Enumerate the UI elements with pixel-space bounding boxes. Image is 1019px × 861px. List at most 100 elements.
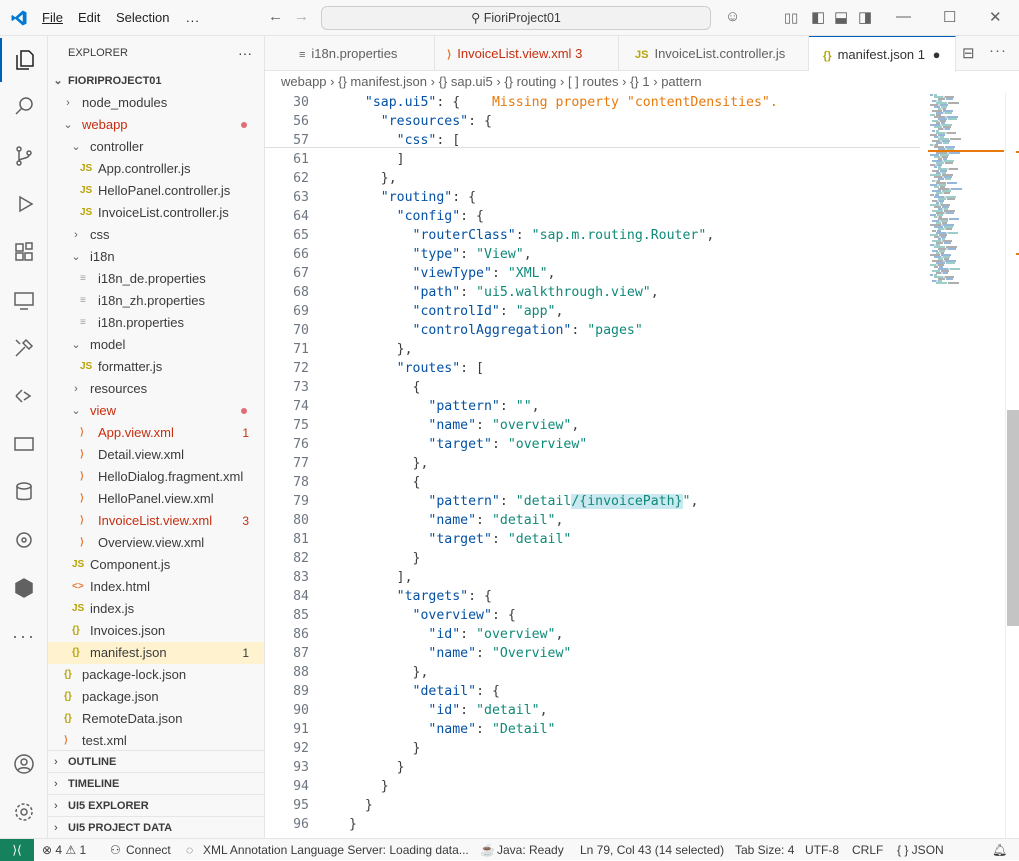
code-line[interactable]: } xyxy=(349,777,389,796)
folder-item[interactable]: › resources xyxy=(48,378,264,400)
code-line[interactable]: "routes": [ xyxy=(349,359,484,378)
code-line[interactable]: "name": "overview", xyxy=(349,416,579,435)
code-line[interactable]: } xyxy=(349,739,421,758)
code-line[interactable]: "targets": { xyxy=(349,587,492,606)
folder-item[interactable]: ⌄ model xyxy=(48,334,264,356)
folder-item[interactable]: › node_modules xyxy=(48,92,264,114)
code-line[interactable]: "target": "detail" xyxy=(349,530,571,549)
file-item[interactable]: ≡ i18n_zh.properties xyxy=(48,290,264,312)
forward-arrow-icon[interactable]: → xyxy=(294,8,309,25)
search-view-icon[interactable] xyxy=(0,84,48,128)
menu-more[interactable]: ... xyxy=(186,10,200,25)
code-line[interactable]: "detail": { xyxy=(349,682,500,701)
tab-i18n-properties[interactable]: ≡ i18n.properties xyxy=(265,36,435,71)
explorer-icon[interactable] xyxy=(0,38,48,82)
encoding[interactable]: UTF-8 xyxy=(805,839,839,861)
tools-icon[interactable] xyxy=(0,326,48,370)
code-line[interactable]: }, xyxy=(349,169,397,188)
account-icon[interactable] xyxy=(0,742,48,786)
language-mode[interactable]: { } JSON xyxy=(897,839,944,861)
editor-more-icon[interactable]: ··· xyxy=(989,42,1007,59)
section-timeline[interactable]: › TIMELINE xyxy=(48,772,264,794)
code-line[interactable]: "controlId": "app", xyxy=(349,302,564,321)
problems-indicator[interactable]: ⊗ 4 ⚠ 1 xyxy=(42,839,86,861)
editor-scrollbar[interactable] xyxy=(1005,93,1019,838)
code-line[interactable]: "routing": { xyxy=(349,188,476,207)
back-arrow-icon[interactable]: ← xyxy=(268,8,283,25)
code-line[interactable]: }, xyxy=(349,663,429,682)
connect-button[interactable]: Connect xyxy=(126,839,171,861)
folder-item[interactable]: ⌄ i18n xyxy=(48,246,264,268)
breadcrumb-item[interactable]: {} 1 xyxy=(630,74,650,89)
extensions-icon[interactable] xyxy=(0,230,48,274)
file-item[interactable]: JS Component.js xyxy=(48,554,264,576)
code-line[interactable]: ] xyxy=(349,150,405,169)
close-icon[interactable]: ✕ xyxy=(989,8,1002,26)
breadcrumb-item[interactable]: pattern xyxy=(661,74,701,89)
ui5-icon[interactable] xyxy=(0,566,48,610)
scrollbar-thumb[interactable] xyxy=(1007,410,1019,626)
file-item[interactable]: ⟩ App.view.xml 1 xyxy=(48,422,264,444)
file-item[interactable]: {} RemoteData.json xyxy=(48,708,264,730)
sticky-scroll-line[interactable]: "resources": { xyxy=(349,112,492,131)
unsaved-dot-icon[interactable]: ● xyxy=(933,47,941,62)
menu-file[interactable]: File xyxy=(42,10,63,25)
remote-explorer-icon[interactable] xyxy=(0,278,48,322)
code-line[interactable]: }, xyxy=(349,454,429,473)
code-line[interactable]: "id": "detail", xyxy=(349,701,547,720)
code-line[interactable]: { xyxy=(349,473,421,492)
folder-item[interactable]: ⌄ view xyxy=(48,400,264,422)
settings-gear-icon[interactable] xyxy=(0,790,48,834)
code-line[interactable]: "overview": { xyxy=(349,606,516,625)
explorer-more-button[interactable]: ··· xyxy=(238,36,252,70)
file-item[interactable]: ⟩ HelloDialog.fragment.xml xyxy=(48,466,264,488)
breadcrumb-item[interactable]: {} routing xyxy=(504,74,556,89)
breadcrumb-item[interactable]: {} manifest.json xyxy=(338,74,427,89)
code-line[interactable]: "controlAggregation": "pages" xyxy=(349,321,643,340)
notifications-bell-icon[interactable]: 🔔︎ xyxy=(992,839,1007,861)
split-editor-icon[interactable]: ⊟ xyxy=(962,44,975,62)
code-line[interactable]: "routerClass": "sap.m.routing.Router", xyxy=(349,226,715,245)
code-line[interactable]: "pattern": "detail/{invoicePath}", xyxy=(349,492,698,511)
api-icon[interactable] xyxy=(0,422,48,466)
minimap[interactable] xyxy=(928,93,1004,838)
project-root[interactable]: ⌄ FIORIPROJECT01 xyxy=(48,70,264,92)
code-line[interactable]: } xyxy=(349,796,373,815)
code-editor[interactable]: 30 "sap.ui5": { Missing property "conten… xyxy=(265,93,1005,838)
breadcrumb-item[interactable]: {} sap.ui5 xyxy=(439,74,493,89)
file-item[interactable]: {} package-lock.json xyxy=(48,664,264,686)
folder-item[interactable]: › css xyxy=(48,224,264,246)
code-line[interactable]: "viewType": "XML", xyxy=(349,264,556,283)
java-status[interactable]: Java: Ready xyxy=(497,839,564,861)
maximize-icon[interactable]: ☐ xyxy=(943,8,956,26)
source-control-icon[interactable] xyxy=(0,134,48,178)
code-line[interactable]: "pattern": "", xyxy=(349,397,539,416)
file-item[interactable]: <> Index.html xyxy=(48,576,264,598)
code-line[interactable]: }, xyxy=(349,340,413,359)
run-debug-icon[interactable] xyxy=(0,182,48,226)
section-ui5-project-data[interactable]: › UI5 PROJECT DATA xyxy=(48,816,264,838)
toggle-sidebar-icon[interactable]: ◧ xyxy=(811,8,825,26)
file-item[interactable]: ⟩ test.xml xyxy=(48,730,264,752)
toggle-secondary-sidebar-icon[interactable]: ◨ xyxy=(858,8,872,26)
code-line[interactable]: } xyxy=(349,549,421,568)
file-item[interactable]: ⟩ HelloPanel.view.xml xyxy=(48,488,264,510)
service-center-icon[interactable] xyxy=(0,518,48,562)
xml-server-status[interactable]: XML Annotation Language Server: Loading … xyxy=(203,839,469,861)
tab-manifest-json[interactable]: {} manifest.json 1 ● xyxy=(809,36,956,72)
folder-item[interactable]: ⌄ controller xyxy=(48,136,264,158)
more-views-icon[interactable]: ··· xyxy=(0,614,48,658)
file-item[interactable]: {} manifest.json 1 xyxy=(48,642,264,664)
tab-size[interactable]: Tab Size: 4 xyxy=(735,839,794,861)
file-item[interactable]: ⟩ Detail.view.xml xyxy=(48,444,264,466)
breadcrumb-item[interactable]: [ ] routes xyxy=(568,74,619,89)
breadcrumb-item[interactable]: webapp xyxy=(281,74,327,89)
database-icon[interactable] xyxy=(0,470,48,514)
section-ui5-explorer[interactable]: › UI5 EXPLORER xyxy=(48,794,264,816)
tab-invoicelist-view-xml[interactable]: ⟩ InvoiceList.view.xml 3 xyxy=(435,36,619,71)
file-item[interactable]: JS InvoiceList.controller.js xyxy=(48,202,264,224)
command-center-search[interactable]: ⚲ FioriProject01 xyxy=(321,6,711,30)
file-item[interactable]: {} package.json xyxy=(48,686,264,708)
minimize-icon[interactable]: — xyxy=(896,8,911,25)
section-outline[interactable]: › OUTLINE xyxy=(48,750,264,772)
